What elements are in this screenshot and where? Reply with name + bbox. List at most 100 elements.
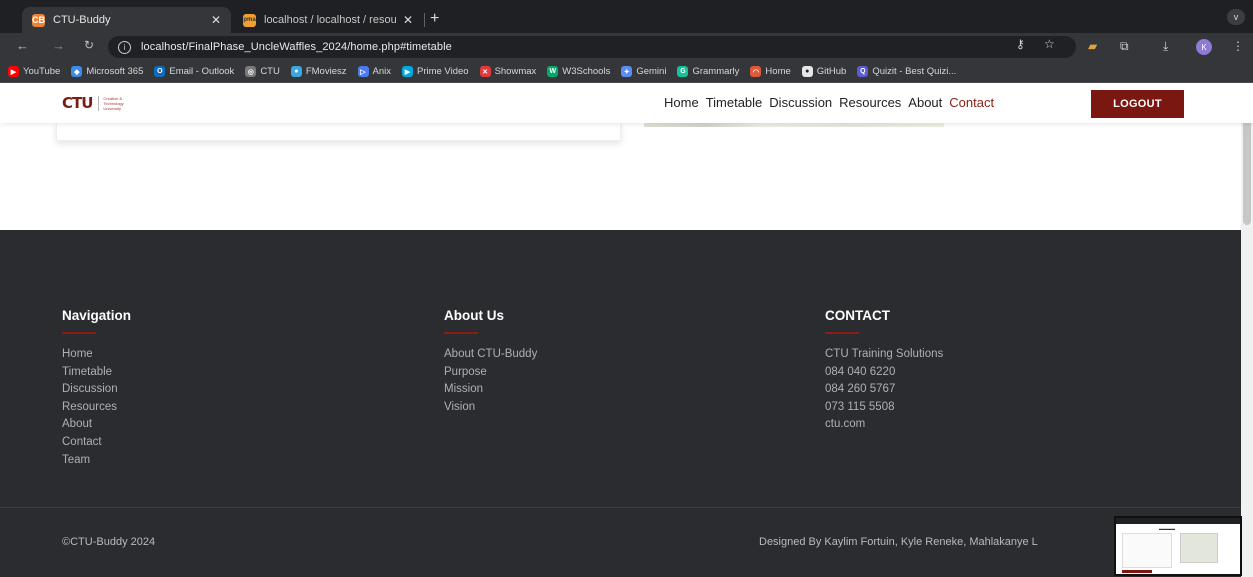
bookmark-label: Prime Video <box>416 66 469 77</box>
bookmark-item[interactable]: Q Quizit - Best Quizi... <box>857 66 956 77</box>
bookmark-label: Showmax <box>494 66 537 77</box>
heading-underline <box>62 332 96 334</box>
bookmark-item[interactable]: W W3Schools <box>547 66 610 77</box>
nav-contact[interactable]: Contact <box>949 95 994 110</box>
contact-phone[interactable]: 073 115 5508 <box>825 399 943 417</box>
address-bar-url[interactable]: localhost/FinalPhase_UncleWaffles_2024/h… <box>141 41 452 53</box>
contact-phone[interactable]: 084 040 6220 <box>825 364 943 382</box>
bookmark-label: CTU <box>260 66 280 77</box>
nav-resources[interactable]: Resources <box>839 95 901 110</box>
bookmark-favicon-icon: ◎ <box>245 66 257 77</box>
bookmark-item[interactable]: ✕ Showmax <box>479 66 537 77</box>
bookmark-favicon-icon: ● <box>801 66 813 77</box>
thumbnail-header <box>1116 518 1240 524</box>
bookmark-favicon-icon: ● <box>290 66 302 77</box>
footer-link-team[interactable]: Team <box>62 452 131 470</box>
bookmark-item[interactable]: ◎ CTU <box>245 66 280 77</box>
tab-search-button[interactable]: v <box>1227 9 1245 25</box>
footer-link-home[interactable]: Home <box>62 346 131 364</box>
address-bar[interactable]: i localhost/FinalPhase_UncleWaffles_2024… <box>108 36 1076 58</box>
nav-timetable[interactable]: Timetable <box>706 95 763 110</box>
forward-arrow-icon[interactable]: → <box>52 38 65 53</box>
extension-icon[interactable]: ▰ <box>1088 39 1097 53</box>
bookmark-item[interactable]: ▶ YouTube <box>8 66 60 77</box>
screenshot-preview-thumbnail[interactable]: ▬▬▬▬ <box>1114 516 1242 576</box>
bookmark-label: W3Schools <box>562 66 611 77</box>
ctu-logo[interactable]: CTU Creative & Technology University <box>62 94 124 112</box>
tab-title: CTU-Buddy <box>53 14 111 26</box>
thumbnail-map <box>1180 533 1218 563</box>
bookmark-item[interactable]: ● GitHub <box>801 66 846 77</box>
download-icon[interactable]: ⤓ <box>1163 39 1168 54</box>
nav-discussion[interactable]: Discussion <box>769 95 832 110</box>
bookmark-star-icon[interactable]: ☆ <box>1044 37 1055 51</box>
nav-home[interactable]: Home <box>664 95 699 110</box>
thumbnail-button <box>1122 570 1152 573</box>
phpmyadmin-favicon-icon: pma <box>243 13 256 27</box>
password-key-icon[interactable]: ⚷ <box>1016 37 1025 51</box>
bookmark-favicon-icon: ✕ <box>479 66 491 77</box>
site-footer: Navigation Home Timetable Discussion Res… <box>0 230 1241 577</box>
bookmark-label: FMoviesz <box>305 66 347 77</box>
close-tab-icon[interactable]: ✕ <box>403 13 413 27</box>
bookmark-item[interactable]: ▷ Anix <box>357 66 391 77</box>
footer-heading: Navigation <box>62 308 132 323</box>
footer-heading: About Us <box>444 308 504 323</box>
bookmark-item[interactable]: ◠ Home <box>750 66 791 77</box>
bookmark-favicon-icon: ▶ <box>401 66 413 77</box>
kebab-menu-icon[interactable]: ⋮ <box>1232 39 1244 53</box>
contact-phone[interactable]: 084 260 5767 <box>825 381 943 399</box>
new-tab-button[interactable]: + <box>430 10 439 28</box>
nav-about[interactable]: About <box>908 95 942 110</box>
browser-tab-strip: CB CTU-Buddy ✕ pma localhost / localhost… <box>0 0 1253 33</box>
map-embed-edge[interactable] <box>644 123 944 127</box>
bookmark-favicon-icon: ▶ <box>8 66 19 77</box>
bookmark-label: Microsoft 365 <box>86 66 144 77</box>
tab-ctu-buddy[interactable]: CB CTU-Buddy ✕ <box>22 7 231 33</box>
footer-link-timetable[interactable]: Timetable <box>62 364 131 382</box>
extensions-puzzle-icon[interactable]: ⧉ <box>1120 39 1129 54</box>
bookmark-label: Gemini <box>636 66 667 77</box>
bookmark-favicon-icon: ◠ <box>750 66 762 77</box>
logout-button[interactable]: LOGOUT <box>1091 90 1184 118</box>
logo-subtitle: Creative & Technology University <box>98 95 124 111</box>
bookmark-label: Quizit - Best Quizi... <box>872 66 957 77</box>
bookmark-favicon-icon: ▷ <box>357 66 369 77</box>
footer-divider <box>0 507 1241 508</box>
footer-navigation: Navigation Home Timetable Discussion Res… <box>62 308 131 469</box>
footer-link-contact[interactable]: Contact <box>62 434 131 452</box>
bookmark-item[interactable]: ● FMoviesz <box>290 66 347 77</box>
footer-heading: CONTACT <box>825 308 890 323</box>
content-card <box>56 121 621 141</box>
bookmark-favicon-icon: G <box>677 66 689 77</box>
footer-contact: CONTACT CTU Training Solutions 084 040 6… <box>825 308 943 434</box>
bookmark-item[interactable]: ✦ Gemini <box>621 66 666 77</box>
main-nav: Home Timetable Discussion Resources Abou… <box>664 95 994 110</box>
footer-link-resources[interactable]: Resources <box>62 399 131 417</box>
bookmark-label: Grammarly <box>692 66 740 77</box>
copyright-text: ©CTU-Buddy 2024 <box>62 536 156 548</box>
footer-link-about-ctu-buddy[interactable]: About CTU-Buddy <box>444 346 537 364</box>
contact-website[interactable]: ctu.com <box>825 416 943 434</box>
footer-link-purpose[interactable]: Purpose <box>444 364 537 382</box>
footer-link-about[interactable]: About <box>62 416 131 434</box>
bookmark-item[interactable]: G Grammarly <box>677 66 739 77</box>
profile-avatar[interactable]: K <box>1196 39 1212 55</box>
close-tab-icon[interactable]: ✕ <box>211 13 221 27</box>
site-info-icon[interactable]: i <box>118 40 131 54</box>
reload-icon[interactable]: ↻ <box>84 38 94 52</box>
footer-about-us: About Us About CTU-Buddy Purpose Mission… <box>444 308 537 416</box>
tab-separator <box>424 13 425 27</box>
footer-link-vision[interactable]: Vision <box>444 399 537 417</box>
page-scrollbar[interactable] <box>1241 83 1253 577</box>
bookmark-favicon-icon: O <box>154 66 166 77</box>
bookmark-label: Home <box>765 66 791 77</box>
bookmark-item[interactable]: ◆ Microsoft 365 <box>71 66 143 77</box>
back-arrow-icon[interactable]: ← <box>16 38 29 53</box>
footer-link-discussion[interactable]: Discussion <box>62 381 131 399</box>
bookmark-favicon-icon: W <box>547 66 559 77</box>
footer-link-mission[interactable]: Mission <box>444 381 537 399</box>
tab-phpmyadmin[interactable]: pma localhost / localhost / resourc ✕ <box>233 7 423 33</box>
bookmark-item[interactable]: O Email - Outlook <box>154 66 234 77</box>
bookmark-item[interactable]: ▶ Prime Video <box>401 66 469 77</box>
